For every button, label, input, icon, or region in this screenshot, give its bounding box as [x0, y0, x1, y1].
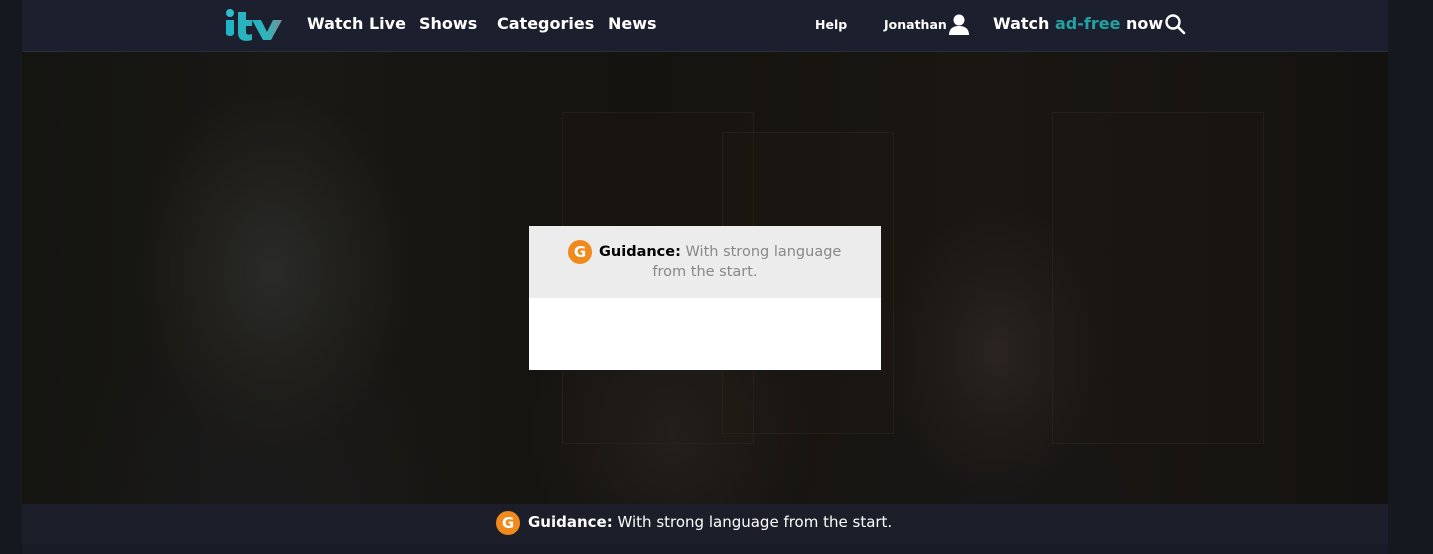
- bottom-strip: [22, 544, 1388, 554]
- guidance-text-line2: from the start.: [652, 264, 758, 280]
- watch-ad-free-link[interactable]: Watch ad-free now: [993, 14, 1163, 33]
- guidance-bar-body: With strong language from the start.: [612, 513, 893, 531]
- guidance-badge-icon: G: [496, 511, 520, 535]
- adfree-suffix: now: [1120, 14, 1164, 33]
- guidance-heading: Guidance:: [599, 244, 681, 260]
- guidance-bar: G Guidance: With strong language from th…: [22, 504, 1388, 544]
- adfree-prefix: Watch: [993, 14, 1055, 33]
- help-link[interactable]: Help: [815, 17, 847, 32]
- guidance-bar-text: Guidance: With strong language from the …: [528, 513, 892, 531]
- background-panel: [1052, 112, 1264, 444]
- guidance-bar-heading: Guidance:: [528, 513, 613, 531]
- guidance-modal-header: G Guidance: With strong language from th…: [529, 226, 881, 298]
- search-icon[interactable]: [1164, 13, 1186, 35]
- guidance-text-line1: With strong language: [680, 244, 842, 260]
- guidance-modal: G Guidance: With strong language from th…: [529, 226, 881, 370]
- guidance-badge-icon: G: [568, 240, 592, 264]
- page: Watch Live Shows Categories News Help Jo…: [0, 0, 1433, 554]
- nav-categories[interactable]: Categories: [497, 14, 594, 33]
- guidance-modal-text: Guidance: With strong language: [599, 242, 869, 262]
- adfree-accent: ad-free: [1054, 14, 1121, 33]
- top-nav-bar: Watch Live Shows Categories News Help Jo…: [22, 0, 1388, 52]
- nav-news[interactable]: News: [608, 14, 657, 33]
- nav-watch-live[interactable]: Watch Live: [307, 14, 406, 33]
- user-icon[interactable]: [948, 13, 970, 35]
- itv-logo[interactable]: [224, 8, 286, 42]
- user-name[interactable]: Jonathan: [884, 17, 947, 32]
- nav-shows[interactable]: Shows: [419, 14, 477, 33]
